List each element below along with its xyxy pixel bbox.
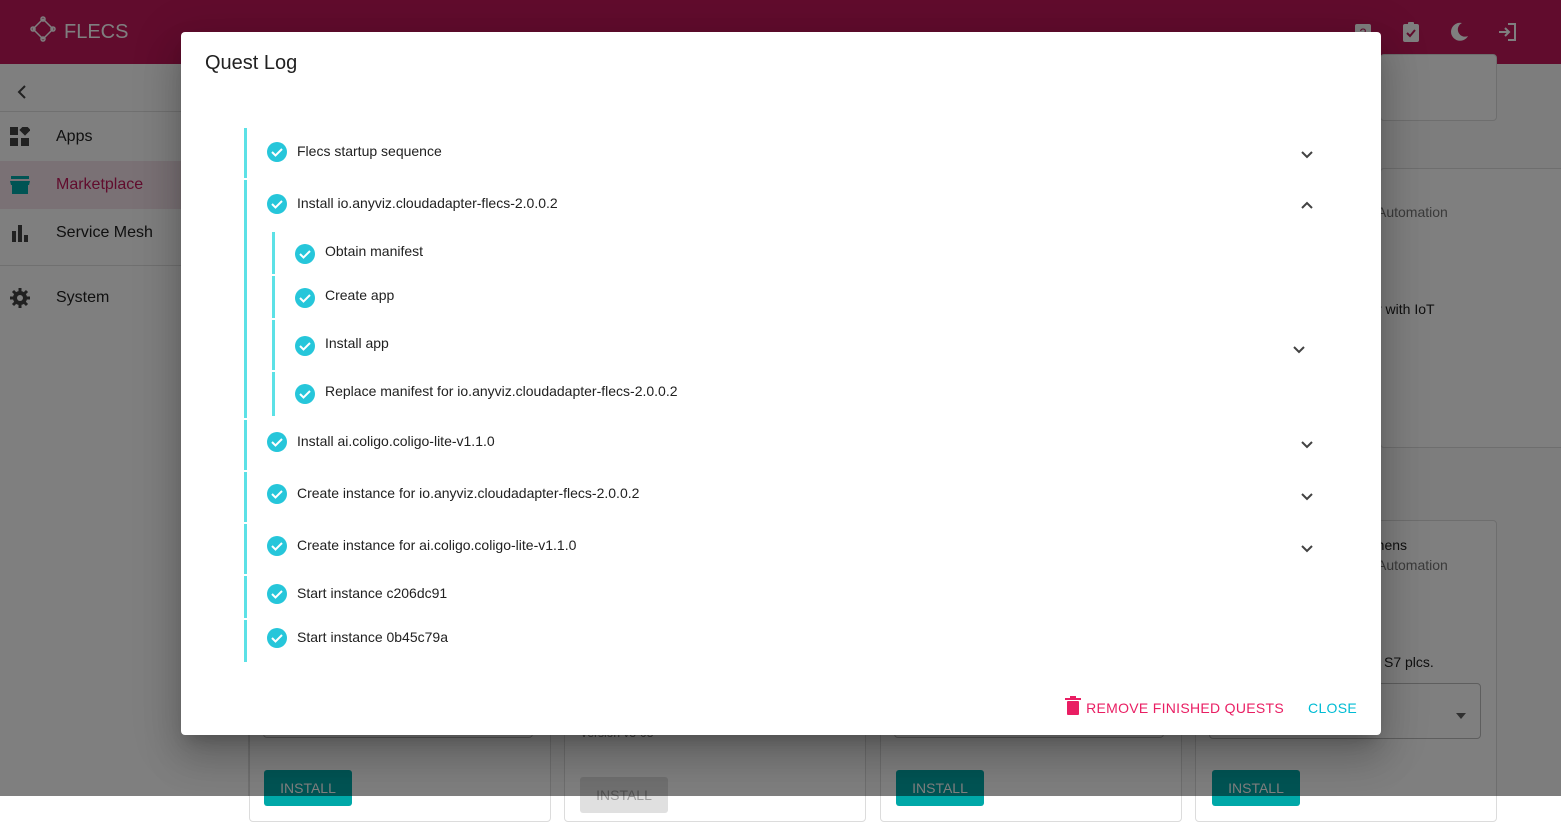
subquest-item[interactable]: Replace manifest for io.anyviz.cloudadap… — [272, 372, 1315, 416]
check-circle-icon — [295, 336, 315, 356]
quest-item[interactable]: Create instance for ai.coligo.coligo-lit… — [244, 524, 1327, 574]
quest-label: Install ai.coligo.coligo-lite-v1.1.0 — [297, 433, 495, 449]
quest-log-dialog: Quest Log Flecs startup sequence Install… — [181, 32, 1381, 735]
subquest-item[interactable]: Create app — [272, 276, 1315, 318]
subquest-label: Obtain manifest — [325, 243, 424, 259]
quest-item[interactable]: Create instance for io.anyviz.cloudadapt… — [244, 472, 1327, 522]
chevron-down-icon[interactable] — [1295, 142, 1319, 166]
close-button[interactable]: CLOSE — [1308, 700, 1357, 716]
quest-label: Flecs startup sequence — [297, 143, 442, 159]
quest-item[interactable]: Flecs startup sequence — [244, 128, 1327, 178]
subquest-label: Replace manifest for io.anyviz.cloudadap… — [325, 383, 678, 399]
subquest-item[interactable]: Install app — [272, 320, 1315, 370]
check-circle-icon — [267, 142, 287, 162]
quest-label: Create instance for ai.coligo.coligo-lit… — [297, 537, 577, 553]
chevron-down-icon[interactable] — [1295, 484, 1319, 508]
subquest-label: Install app — [325, 335, 389, 351]
subquest-item[interactable]: Obtain manifest — [272, 232, 1315, 274]
check-circle-icon — [267, 628, 287, 648]
check-circle-icon — [267, 432, 287, 452]
quest-item[interactable]: Start instance 0b45c79a — [244, 620, 1327, 662]
chevron-down-icon[interactable] — [1287, 337, 1311, 361]
check-circle-icon — [267, 584, 287, 604]
quest-item[interactable]: Start instance c206dc91 — [244, 576, 1327, 618]
dialog-title: Quest Log — [205, 52, 298, 74]
chevron-up-icon[interactable] — [1295, 194, 1319, 218]
quest-item[interactable]: Install ai.coligo.coligo-lite-v1.1.0 — [244, 420, 1327, 470]
chevron-down-icon[interactable] — [1295, 432, 1319, 456]
remove-finished-quests-button[interactable]: REMOVE FINISHED QUESTS — [1064, 696, 1284, 719]
check-circle-icon — [295, 244, 315, 264]
remove-label: REMOVE FINISHED QUESTS — [1086, 699, 1285, 716]
quest-label: Start instance 0b45c79a — [297, 629, 448, 645]
subquest-label: Create app — [325, 287, 395, 303]
check-circle-icon — [267, 194, 287, 214]
chevron-down-icon[interactable] — [1295, 536, 1319, 560]
check-circle-icon — [267, 484, 287, 504]
trash-icon — [1064, 696, 1082, 719]
quest-item[interactable]: Install io.anyviz.cloudadapter-flecs-2.0… — [244, 180, 1327, 418]
check-circle-icon — [295, 288, 315, 308]
check-circle-icon — [295, 384, 315, 404]
check-circle-icon — [267, 536, 287, 556]
quest-label: Install io.anyviz.cloudadapter-flecs-2.0… — [297, 195, 558, 211]
quest-label: Create instance for io.anyviz.cloudadapt… — [297, 485, 640, 501]
dialog-actions: REMOVE FINISHED QUESTS CLOSE — [1064, 696, 1357, 719]
quest-label: Start instance c206dc91 — [297, 585, 448, 601]
